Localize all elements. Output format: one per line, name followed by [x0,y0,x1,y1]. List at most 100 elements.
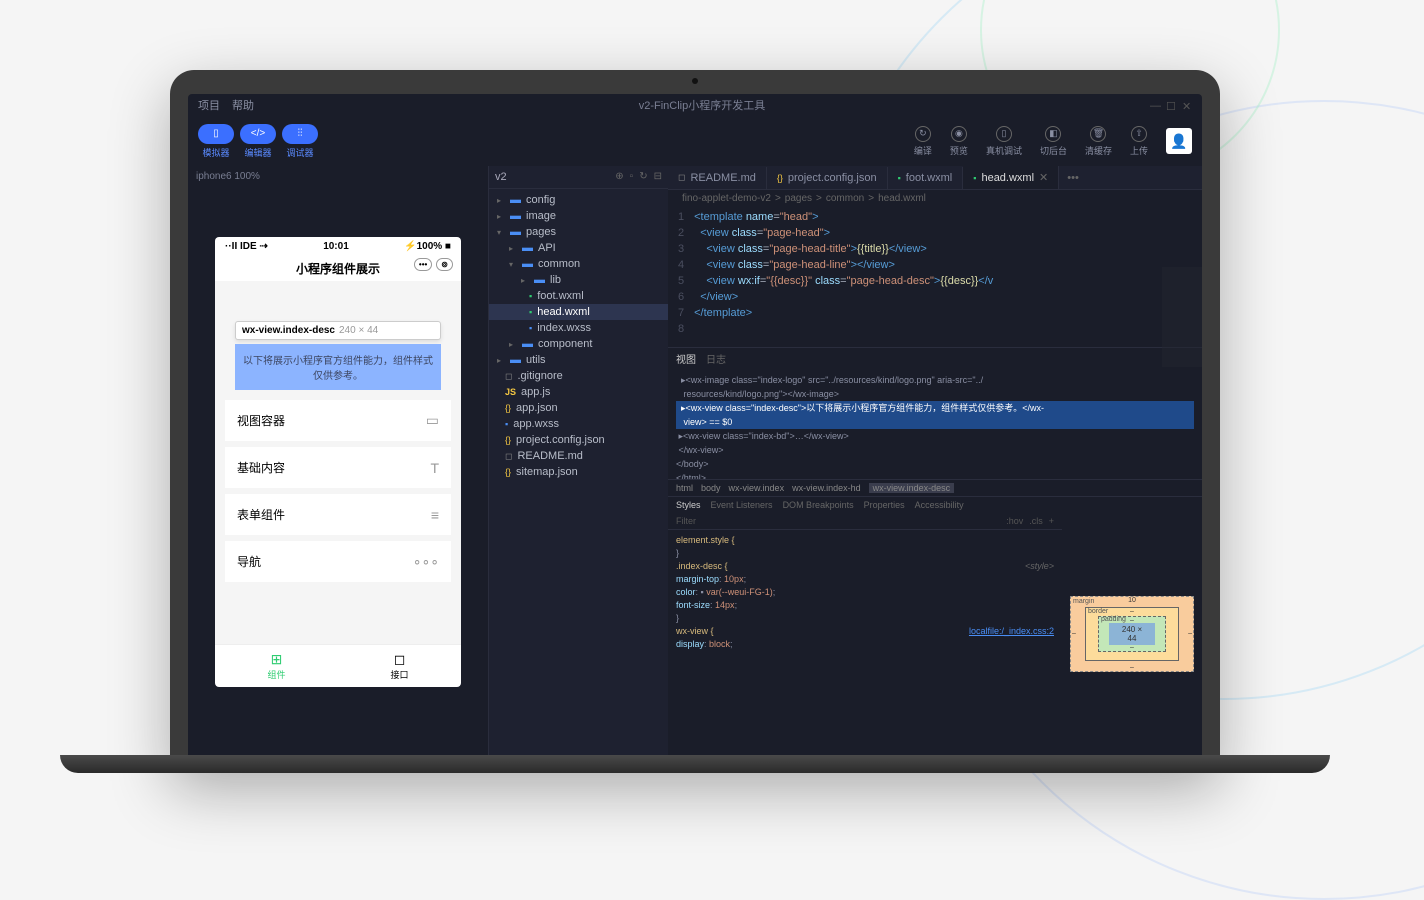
user-avatar[interactable]: 👤 [1166,128,1192,154]
highlighted-element[interactable]: 以下将展示小程序官方组件能力，组件样式仅供参考。 [235,344,441,390]
window-title: v2-FinClip小程序开发工具 [266,97,1138,113]
app-body: wx-view.index-desc240 × 44 以下将展示小程序官方组件能… [215,281,461,644]
filter-input[interactable]: Filter [676,516,696,526]
tree-body[interactable]: ▸▬config ▸▬image ▾▬pages ▸▬API ▾▬common … [489,189,668,770]
editor-tab[interactable]: {}project.config.json [767,167,888,189]
styles-row: Styles Event Listeners DOM Breakpoints P… [668,496,1202,770]
tree-file[interactable]: {}sitemap.json [489,464,668,480]
phone-icon: ▯ [996,126,1012,142]
more-icon[interactable]: ••• [414,258,432,271]
tree-folder[interactable]: ▸▬component [489,336,668,352]
close-icon[interactable]: ✕ [1182,100,1192,110]
tab-api[interactable]: ◻接口 [338,645,461,687]
wxml-file-icon: ▪ [529,307,532,317]
file-icon: ◻ [505,371,512,382]
add-rule[interactable]: + [1049,516,1054,526]
devtab-log[interactable]: 日志 [706,351,726,366]
code-editor[interactable]: 12345678 <template name="head"> <view cl… [668,207,1202,347]
tree-folder[interactable]: ▸▬config [489,192,668,208]
editor-breadcrumb[interactable]: fino-applet-demo-v2>pages>common>head.wx… [668,190,1202,207]
devtools: 视图 日志 ▸<wx-image class="index-logo" src=… [668,347,1202,770]
editor-tab[interactable]: ▪foot.wxml [888,167,964,189]
tab-components[interactable]: ⊞组件 [215,645,338,687]
main-area: iphone6 100% ··II IDE ⇢ 10:01 ⚡100% ■ 小程… [188,166,1202,770]
tab-overflow[interactable]: ••• [1059,172,1087,184]
selected-element: ▸<wx-view class="index-desc">以下将展示小程序官方组… [676,401,1194,415]
tree-file[interactable]: {}app.json [489,400,668,416]
folder-icon: ▬ [510,226,521,238]
tree-folder[interactable]: ▸▬image [489,208,668,224]
tree-file[interactable]: ▪foot.wxml [489,288,668,304]
styles-tab[interactable]: Event Listeners [711,500,773,510]
grid-icon: ⊞ [221,651,332,668]
action-cache[interactable]: 🗑清缓存 [1085,126,1112,157]
action-remote[interactable]: ▯真机调试 [986,126,1022,157]
elements-panel[interactable]: ▸<wx-image class="index-logo" src="../re… [668,369,1202,479]
refresh-icon[interactable]: ↻ [639,171,647,183]
close-icon[interactable]: ✕ [1039,171,1048,184]
target-icon[interactable]: ⊚ [436,258,453,271]
text-icon: T [430,460,439,476]
tree-folder[interactable]: ▸▬utils [489,352,668,368]
action-compile[interactable]: ↻编译 [914,126,932,157]
tree-file[interactable]: ▪index.wxss [489,320,668,336]
tree-folder[interactable]: ▾▬pages [489,224,668,240]
elements-breadcrumb[interactable]: htmlbodywx-view.indexwx-view.index-hdwx-… [668,479,1202,496]
collapse-icon[interactable]: ⊟ [654,171,662,183]
list-item[interactable]: 基础内容T [225,447,451,488]
list-item[interactable]: 导航∘∘∘ [225,541,451,582]
styles-tab[interactable]: Styles [676,500,701,510]
tree-file[interactable]: ▪head.wxml [489,304,668,320]
minimap[interactable] [1162,267,1202,367]
device-info[interactable]: iphone6 100% [188,166,488,187]
json-file-icon: {} [505,403,511,413]
menu-help[interactable]: 帮助 [232,97,254,113]
tree-file[interactable]: JSapp.js [489,384,668,400]
battery-indicator: ⚡100% ■ [404,241,451,252]
mode-debugger[interactable]: ⫶⫶调试器 [282,124,318,159]
devtab-view[interactable]: 视图 [676,351,696,366]
wxml-file-icon: ▪ [529,291,532,301]
list-item[interactable]: 视图容器▭ [225,400,451,441]
box-model[interactable]: margin 10 – – – border – padding – 240 ×… [1062,497,1202,770]
hov-toggle[interactable]: :hov [1006,516,1023,526]
action-upload[interactable]: ⇧上传 [1130,126,1148,157]
mode-simulator[interactable]: ▯模拟器 [198,124,234,159]
tree-file[interactable]: ◻README.md [489,448,668,464]
code-content[interactable]: <template name="head"> <view class="page… [694,209,993,345]
editor-tab[interactable]: ◻README.md [668,167,767,189]
styles-tab[interactable]: Accessibility [915,500,964,510]
phone-statusbar: ··II IDE ⇢ 10:01 ⚡100% ■ [215,237,461,256]
line-numbers: 12345678 [668,209,694,345]
tree-file[interactable]: ▪app.wxss [489,416,668,432]
styles-body[interactable]: element.style { } .index-desc {<style> m… [668,530,1062,655]
tree-file[interactable]: {}project.config.json [489,432,668,448]
action-preview[interactable]: ◉预览 [950,126,968,157]
list-item[interactable]: 表单组件≡ [225,494,451,535]
background-icon: ◧ [1045,126,1061,142]
eye-icon: ◉ [951,126,967,142]
minimize-icon[interactable]: — [1150,100,1160,110]
action-background[interactable]: ◧切后台 [1040,126,1067,157]
wxss-file-icon: ▪ [505,419,508,429]
json-file-icon: {} [505,435,511,445]
cls-toggle[interactable]: .cls [1029,516,1043,526]
menu-project[interactable]: 项目 [198,97,220,113]
json-file-icon: {} [777,173,783,183]
styles-filter: Filter :hov .cls + [668,513,1062,530]
window-controls: — ☐ ✕ [1150,100,1192,110]
tree-folder[interactable]: ▾▬common [489,256,668,272]
tree-folder[interactable]: ▸▬API [489,240,668,256]
tree-file[interactable]: ◻.gitignore [489,368,668,384]
styles-tab[interactable]: Properties [864,500,905,510]
maximize-icon[interactable]: ☐ [1166,100,1176,110]
device-icon: ▯ [198,124,234,144]
tree-folder[interactable]: ▸▬lib [489,272,668,288]
new-folder-icon[interactable]: ▫ [630,171,634,183]
folder-icon: ▬ [510,194,521,206]
editor-tab-active[interactable]: ▪head.wxml✕ [963,166,1059,189]
new-file-icon[interactable]: ⊕ [615,171,623,183]
debug-icon: ⫶⫶ [282,124,318,144]
styles-tab[interactable]: DOM Breakpoints [783,500,854,510]
mode-editor[interactable]: </>编辑器 [240,124,276,159]
